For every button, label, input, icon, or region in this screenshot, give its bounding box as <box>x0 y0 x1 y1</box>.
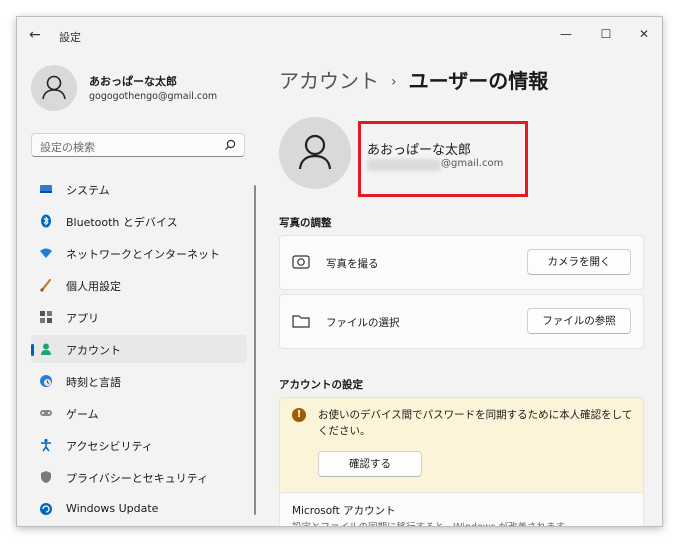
sidebar-item-label: Windows Update <box>66 502 159 515</box>
sidebar-item-network[interactable]: ネットワークとインターネット <box>31 239 247 267</box>
breadcrumb: アカウント › ユーザーの情報 <box>279 65 548 94</box>
verify-identity-banner: ! お使いのデバイス間でパスワードを同期するために本人確認をしてください。 確認… <box>279 397 644 497</box>
warning-text: お使いのデバイス間でパスワードを同期するために本人確認をしてください。 <box>318 409 633 437</box>
sidebar-scrollbar[interactable] <box>254 185 256 515</box>
microsoft-account-subtitle: 設定とファイルの同期に移行すると、Windows が改善されます <box>292 519 565 526</box>
take-photo-label: 写真を撮る <box>326 258 379 270</box>
sidebar-item-accessibility[interactable]: アクセシビリティ <box>31 431 247 459</box>
page-title: ユーザーの情報 <box>408 69 549 93</box>
sidebar-item-label: アクセシビリティ <box>66 440 153 453</box>
choose-file-label: ファイルの選択 <box>326 317 400 329</box>
person-icon <box>42 75 66 100</box>
sidebar-item-label: システム <box>66 184 110 197</box>
open-camera-button[interactable]: カメラを開く <box>527 249 631 275</box>
sidebar-item-label: プライバシーとセキュリティ <box>66 472 209 485</box>
sidebar-item-label: Bluetooth とデバイス <box>66 216 178 229</box>
accessibility-icon <box>41 438 51 452</box>
wifi-icon <box>40 248 52 258</box>
breadcrumb-separator: › <box>391 74 397 90</box>
user-email: gogogothengo@gmail.com <box>89 91 218 102</box>
sidebar-item-label: ゲーム <box>66 408 99 421</box>
sidebar-item-system[interactable]: システム <box>31 175 247 203</box>
sidebar-item-label: 時刻と言語 <box>66 376 121 389</box>
profile-avatar <box>279 117 351 189</box>
globe-clock-icon <box>40 375 52 387</box>
verify-button[interactable]: 確認する <box>318 451 422 477</box>
gamepad-icon <box>40 410 52 416</box>
monitor-icon <box>40 185 52 193</box>
sidebar-item-bluetooth[interactable]: Bluetooth とデバイス <box>31 207 247 235</box>
sidebar-item-label: アプリ <box>66 312 99 325</box>
warning-icon: ! <box>292 408 306 422</box>
browse-files-button[interactable]: ファイルの参照 <box>527 308 631 334</box>
folder-icon <box>292 315 310 328</box>
shield-icon <box>41 471 51 483</box>
window-title: 設定 <box>59 31 81 44</box>
sidebar-item-windows-update[interactable]: Windows Update <box>31 495 247 523</box>
highlight-box <box>358 121 528 197</box>
avatar <box>31 65 77 111</box>
section-heading-photo: 写真の調整 <box>279 217 332 229</box>
sidebar-item-apps[interactable]: アプリ <box>31 303 247 331</box>
breadcrumb-parent[interactable]: アカウント <box>279 69 379 93</box>
title-bar: ← 設定 — ☐ ✕ <box>17 17 662 53</box>
take-photo-row: 写真を撮る カメラを開く <box>279 235 644 290</box>
search-placeholder: 設定の検索 <box>40 141 95 154</box>
sidebar-item-accounts[interactable]: アカウント <box>31 335 247 363</box>
minimize-button[interactable]: — <box>551 23 581 45</box>
microsoft-account-row[interactable]: Microsoft アカウント 設定とファイルの同期に移行すると、Windows… <box>279 492 644 526</box>
choose-file-row: ファイルの選択 ファイルの参照 <box>279 294 644 349</box>
settings-window: ← 設定 — ☐ ✕ あおっぱーな太郎 gogogothengo@gmail.c… <box>16 16 663 527</box>
sidebar-item-label: 個人用設定 <box>66 280 121 293</box>
sidebar-item-label: ネットワークとインターネット <box>66 248 220 261</box>
sidebar-item-time-language[interactable]: 時刻と言語 <box>31 367 247 395</box>
apps-icon <box>40 311 52 323</box>
sidebar-item-personalization[interactable]: 個人用設定 <box>31 271 247 299</box>
user-name: あおっぱーな太郎 <box>89 75 177 88</box>
update-icon <box>40 503 52 515</box>
close-button[interactable]: ✕ <box>629 23 659 45</box>
sidebar-item-gaming[interactable]: ゲーム <box>31 399 247 427</box>
search-icon[interactable] <box>222 137 238 153</box>
sidebar-item-label: アカウント <box>66 344 121 357</box>
sidebar-item-privacy[interactable]: プライバシーとセキュリティ <box>31 463 247 491</box>
section-heading-account: アカウントの設定 <box>279 379 363 391</box>
camera-icon <box>292 255 310 269</box>
brush-icon <box>40 278 52 292</box>
person-icon <box>41 343 51 355</box>
person-icon <box>298 134 332 170</box>
microsoft-account-title: Microsoft アカウント <box>292 505 396 517</box>
maximize-button[interactable]: ☐ <box>591 23 621 45</box>
search-input[interactable]: 設定の検索 <box>31 133 245 157</box>
back-arrow-icon[interactable]: ← <box>29 27 41 43</box>
bluetooth-icon <box>41 214 51 228</box>
active-indicator <box>31 344 34 356</box>
